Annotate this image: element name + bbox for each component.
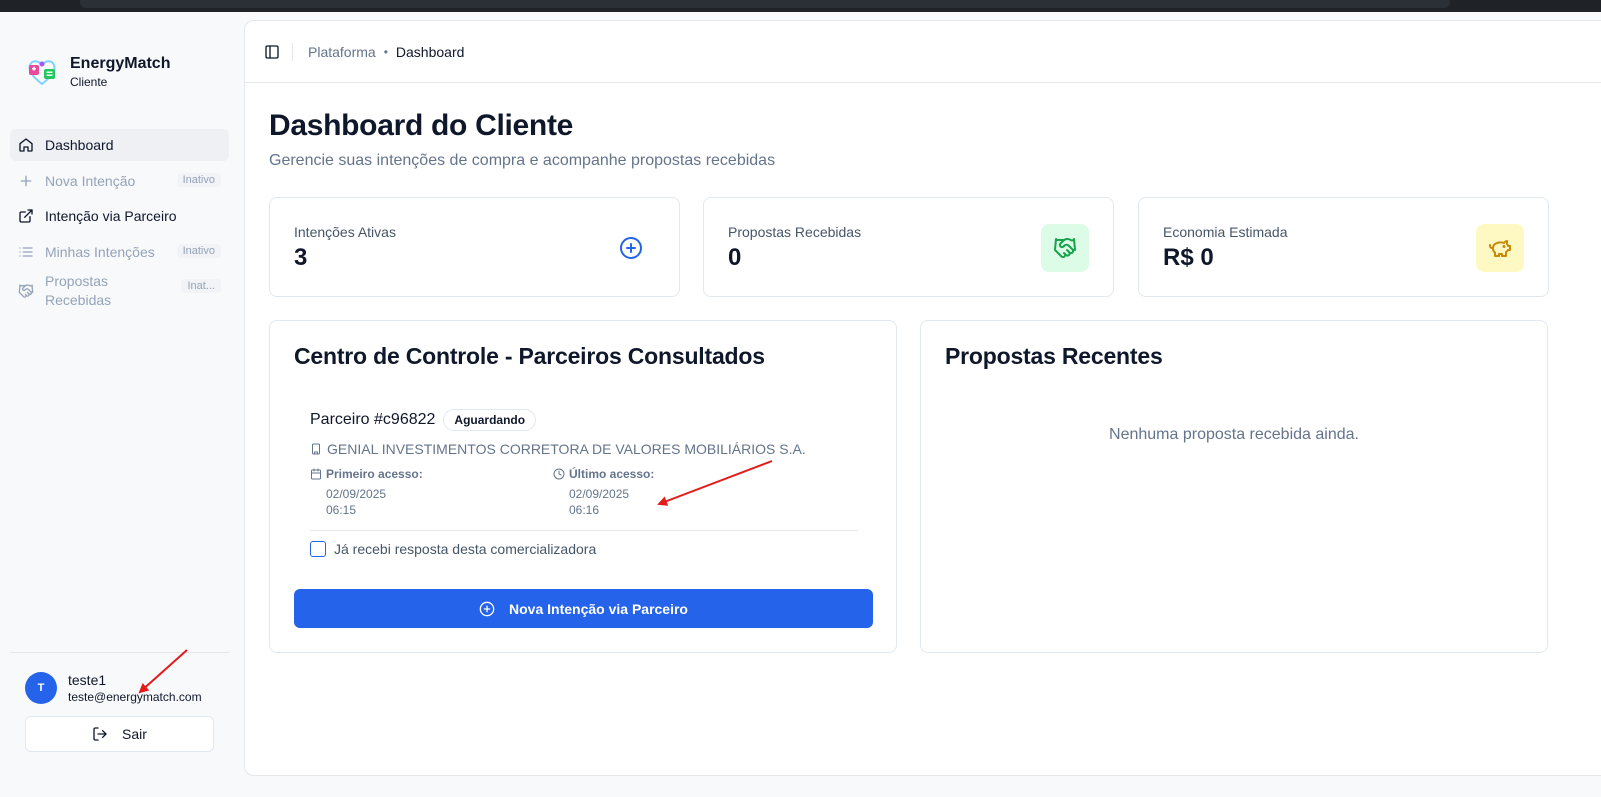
page-title: Dashboard do Cliente [269,109,574,142]
sidebar: EnergyMatch Cliente Dashboard Nova Inten… [0,12,244,797]
sidebar-item-minhas-intencoes[interactable]: Minhas Intenções Inativo [10,236,229,268]
sidebar-item-label: Dashboard [45,137,114,153]
avatar: T [25,672,57,704]
browser-topbar [0,0,1601,12]
sidebar-item-propostas-recebidas[interactable]: Propostas Recebidas Inat... [10,271,229,311]
user-name: teste1 [68,672,107,688]
plus-icon [18,173,34,189]
energymatch-logo [26,56,58,88]
brand-role: Cliente [70,75,108,89]
control-center-card: Centro de Controle - Parceiros Consultad… [269,320,897,653]
calendar-icon [310,468,322,480]
list-icon [18,244,34,260]
response-checkbox[interactable] [310,541,326,557]
clock-icon [553,468,565,480]
breadcrumb-separator: • [383,44,388,59]
status-badge: Aguardando [443,409,537,431]
sidebar-item-label: Intenção via Parceiro [45,208,177,224]
recent-proposals-title: Propostas Recentes [945,343,1163,369]
first-access-value: 02/09/2025 06:15 [326,487,387,517]
user-email: teste@energymatch.com [68,690,202,704]
response-checkbox-label: Já recebi resposta desta comercializador… [334,541,597,557]
stat-label: Propostas Recebidas [728,224,862,240]
logout-icon [92,726,108,742]
header-separator [292,42,293,61]
partner-company: GENIAL INVESTIMENTOS CORRETORA DE VALORE… [327,441,806,457]
control-center-title: Centro de Controle - Parceiros Consultad… [294,343,765,369]
handshake-icon [18,283,34,299]
partner-divider [310,530,858,531]
inactive-badge: Inat... [181,279,221,293]
last-access-value: 02/09/2025 06:16 [569,487,630,517]
sidebar-toggle-icon[interactable] [263,43,281,61]
handshake-icon [1041,224,1089,272]
stat-value: 0 [728,244,742,271]
stat-card-economia-estimada: Economia Estimada R$ 0 [1138,197,1549,297]
recent-proposals-card: Propostas Recentes Nenhuma proposta rece… [920,320,1548,653]
building-icon [310,443,322,455]
sidebar-item-dashboard[interactable]: Dashboard [10,129,229,161]
cta-label: Nova Intenção via Parceiro [509,600,688,617]
stat-card-intencoes-ativas: Intenções Ativas 3 [269,197,680,297]
piggy-bank-icon [1476,224,1524,272]
first-access-label: Primeiro acesso: [326,467,423,481]
main-panel: Plataforma • Dashboard Dashboard do Clie… [244,20,1601,776]
stat-value: R$ 0 [1163,244,1214,271]
breadcrumb-current: Dashboard [395,43,465,60]
sidebar-item-label: Propostas Recebidas [45,273,112,308]
brand-name: EnergyMatch [70,55,171,72]
plus-circle-icon [607,224,655,272]
sidebar-item-nova-intencao[interactable]: Nova Intenção Inativo [10,165,229,197]
logout-button[interactable]: Sair [25,716,214,752]
inactive-badge: Inativo [176,243,221,258]
empty-state-text: Nenhuma proposta recebida ainda. [1109,426,1359,443]
stat-label: Economia Estimada [1163,224,1288,240]
sidebar-item-intencao-parceiro[interactable]: Intenção via Parceiro [10,200,229,232]
inactive-badge: Inativo [176,172,221,187]
stat-value: 3 [294,244,308,271]
browser-address-bar[interactable] [80,0,1450,8]
external-link-icon [18,208,34,224]
brand[interactable]: EnergyMatch Cliente [26,54,170,90]
new-partner-intention-button[interactable]: Nova Intenção via Parceiro [294,589,873,628]
page-subtitle: Gerencie suas intenções de compra e acom… [269,152,776,169]
header: Plataforma • Dashboard [245,21,1601,83]
sidebar-item-label: Nova Intenção [45,172,136,189]
last-access-label: Último acesso: [569,467,655,481]
sidebar-nav: Dashboard Nova Intenção Inativo Intenção… [10,129,229,315]
user-profile[interactable]: T teste1 teste@energymatch.com [25,671,202,705]
sidebar-divider [10,652,229,653]
stat-label: Intenções Ativas [294,224,396,240]
response-checkbox-row[interactable]: Já recebi resposta desta comercializador… [310,541,858,557]
plus-circle-icon [479,601,495,617]
stat-card-propostas-recebidas: Propostas Recebidas 0 [703,197,1114,297]
partner-title: Parceiro #c96822 [310,411,436,428]
home-icon [18,137,34,153]
breadcrumb-root[interactable]: Plataforma [308,44,376,60]
logout-label: Sair [122,726,147,742]
sidebar-item-label: Minhas Intenções [45,243,155,260]
partner-entry: Parceiro #c96822 Aguardando GENIAL INVES… [310,409,858,557]
